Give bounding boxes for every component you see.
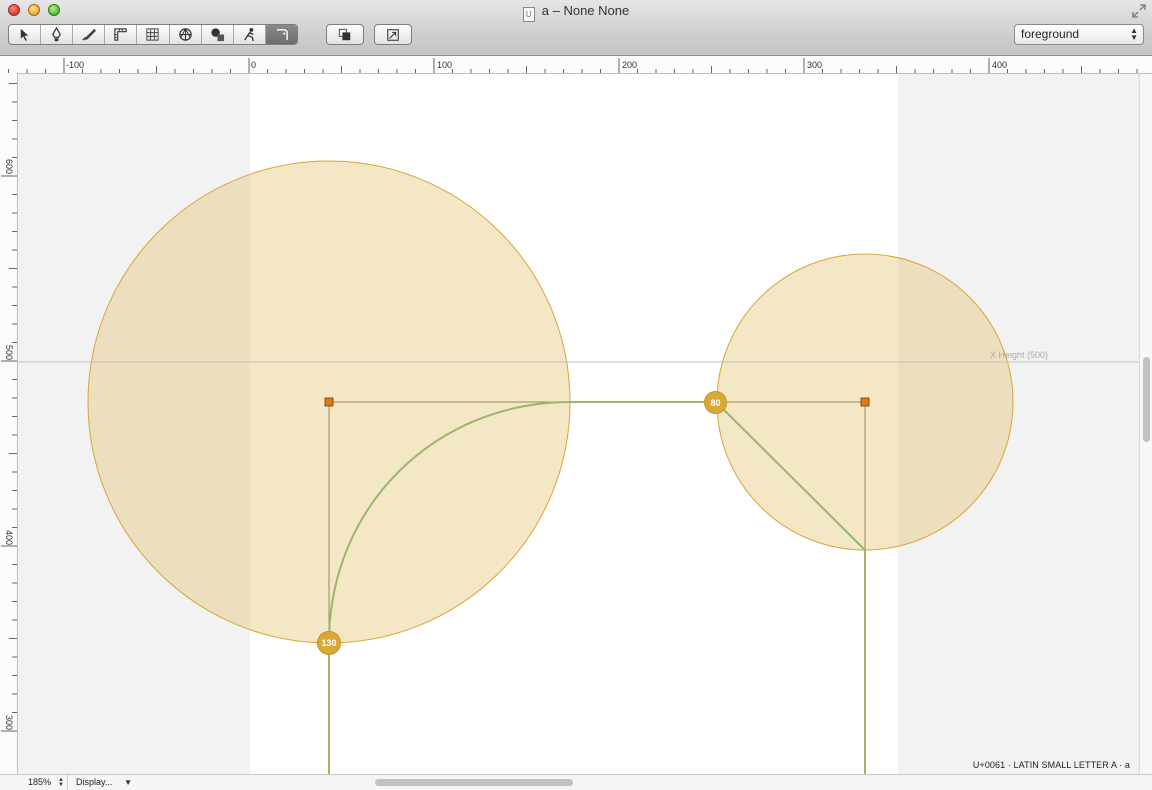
- display-menu[interactable]: Display... ▼: [70, 775, 134, 790]
- glyph-drawing: [18, 74, 1138, 774]
- ruler-label: 300: [807, 60, 822, 70]
- skeleton-tool-icon: [244, 27, 254, 42]
- layer-select[interactable]: foreground ▲ ▼: [1014, 24, 1144, 45]
- ruler-label: 600: [4, 159, 14, 174]
- vertical-scrollbar[interactable]: [1139, 74, 1152, 774]
- horizontal-ruler: -100 0 100 200 300 400: [0, 56, 1152, 74]
- bring-to-front-button[interactable]: [326, 24, 364, 45]
- anchor-tool-icon: [178, 27, 192, 41]
- ruler-label: 400: [992, 60, 1007, 70]
- glyph-editor-window: Ua – None None foreground ▲ ▼ -100 0 100…: [0, 0, 1152, 790]
- horizontal-ruler-ticks: -100 0 100 200 300 400: [8, 58, 1138, 73]
- radius-badge[interactable]: 80: [704, 391, 727, 414]
- layer-select-value: foreground: [1021, 27, 1080, 41]
- knife-tool-button[interactable]: [73, 25, 106, 44]
- corner-point[interactable]: [324, 397, 334, 407]
- select-tool-button[interactable]: [9, 25, 42, 44]
- title-bar: Ua – None None foreground ▲ ▼: [0, 0, 1152, 56]
- knife-tool-icon: [82, 28, 97, 41]
- layers-icon: [338, 28, 351, 40]
- zoom-stepper[interactable]: 185% ▲ ▼: [18, 775, 68, 790]
- corner-point[interactable]: [860, 397, 870, 407]
- ruler-label: 500: [4, 345, 14, 360]
- pen-tool-button[interactable]: [41, 25, 74, 44]
- ruler-label: 300: [4, 715, 14, 730]
- grid-tool-button[interactable]: [137, 25, 170, 44]
- skeleton-tool-button[interactable]: [234, 25, 266, 44]
- ruler-label: 200: [622, 60, 637, 70]
- fullscreen-icon[interactable]: [1132, 4, 1146, 18]
- display-menu-label: Display...: [76, 777, 113, 787]
- transform-icon: [387, 28, 399, 41]
- horizontal-scroll-thumb[interactable]: [375, 779, 573, 786]
- radius-badge[interactable]: 130: [317, 631, 341, 655]
- ruler-label: 400: [4, 530, 14, 545]
- window-title-text: a – None None: [541, 3, 630, 18]
- ruler-label: -100: [66, 60, 84, 70]
- ruler-tool-button[interactable]: [105, 25, 138, 44]
- window-title: Ua – None None: [0, 3, 1152, 22]
- glyph-info-label: U+0061 · LATIN SMALL LETTER A · a: [972, 760, 1130, 770]
- transform-button[interactable]: [374, 24, 412, 45]
- status-bar: 185% ▲ ▼ Display... ▼: [0, 774, 1152, 790]
- dropdown-triangle-icon: ▼: [124, 778, 132, 787]
- pen-tool-icon: [52, 27, 62, 42]
- zoom-value: 185%: [28, 777, 52, 787]
- shapes-tool-icon: [211, 28, 224, 42]
- select-tool-icon: [20, 28, 29, 41]
- grid-tool-icon: [146, 28, 160, 41]
- anchor-tool-button[interactable]: [170, 25, 202, 44]
- vertical-ruler: 600 500 400 300: [0, 73, 18, 775]
- vertical-scroll-thumb[interactable]: [1143, 357, 1150, 442]
- ruler-label: 0: [251, 60, 256, 70]
- corner-tool-icon: [276, 29, 288, 41]
- glyph-canvas[interactable]: X Height (500) 130 80 U+0061 · LATIN SMA…: [18, 74, 1138, 774]
- document-icon: U: [522, 7, 535, 22]
- stepper-arrows-icon[interactable]: ▲ ▼: [58, 777, 64, 788]
- corner-tool-button[interactable]: [265, 25, 297, 44]
- select-arrows-icon: ▲ ▼: [1130, 26, 1138, 42]
- ruler-tool-icon: [114, 28, 128, 41]
- ruler-label: 100: [437, 60, 452, 70]
- shapes-tool-button[interactable]: [202, 25, 234, 44]
- tool-segmented-control: [8, 24, 298, 45]
- x-height-label: X Height (500): [990, 350, 1049, 360]
- vertical-ruler-ticks: 600 500 400 300: [1, 83, 17, 732]
